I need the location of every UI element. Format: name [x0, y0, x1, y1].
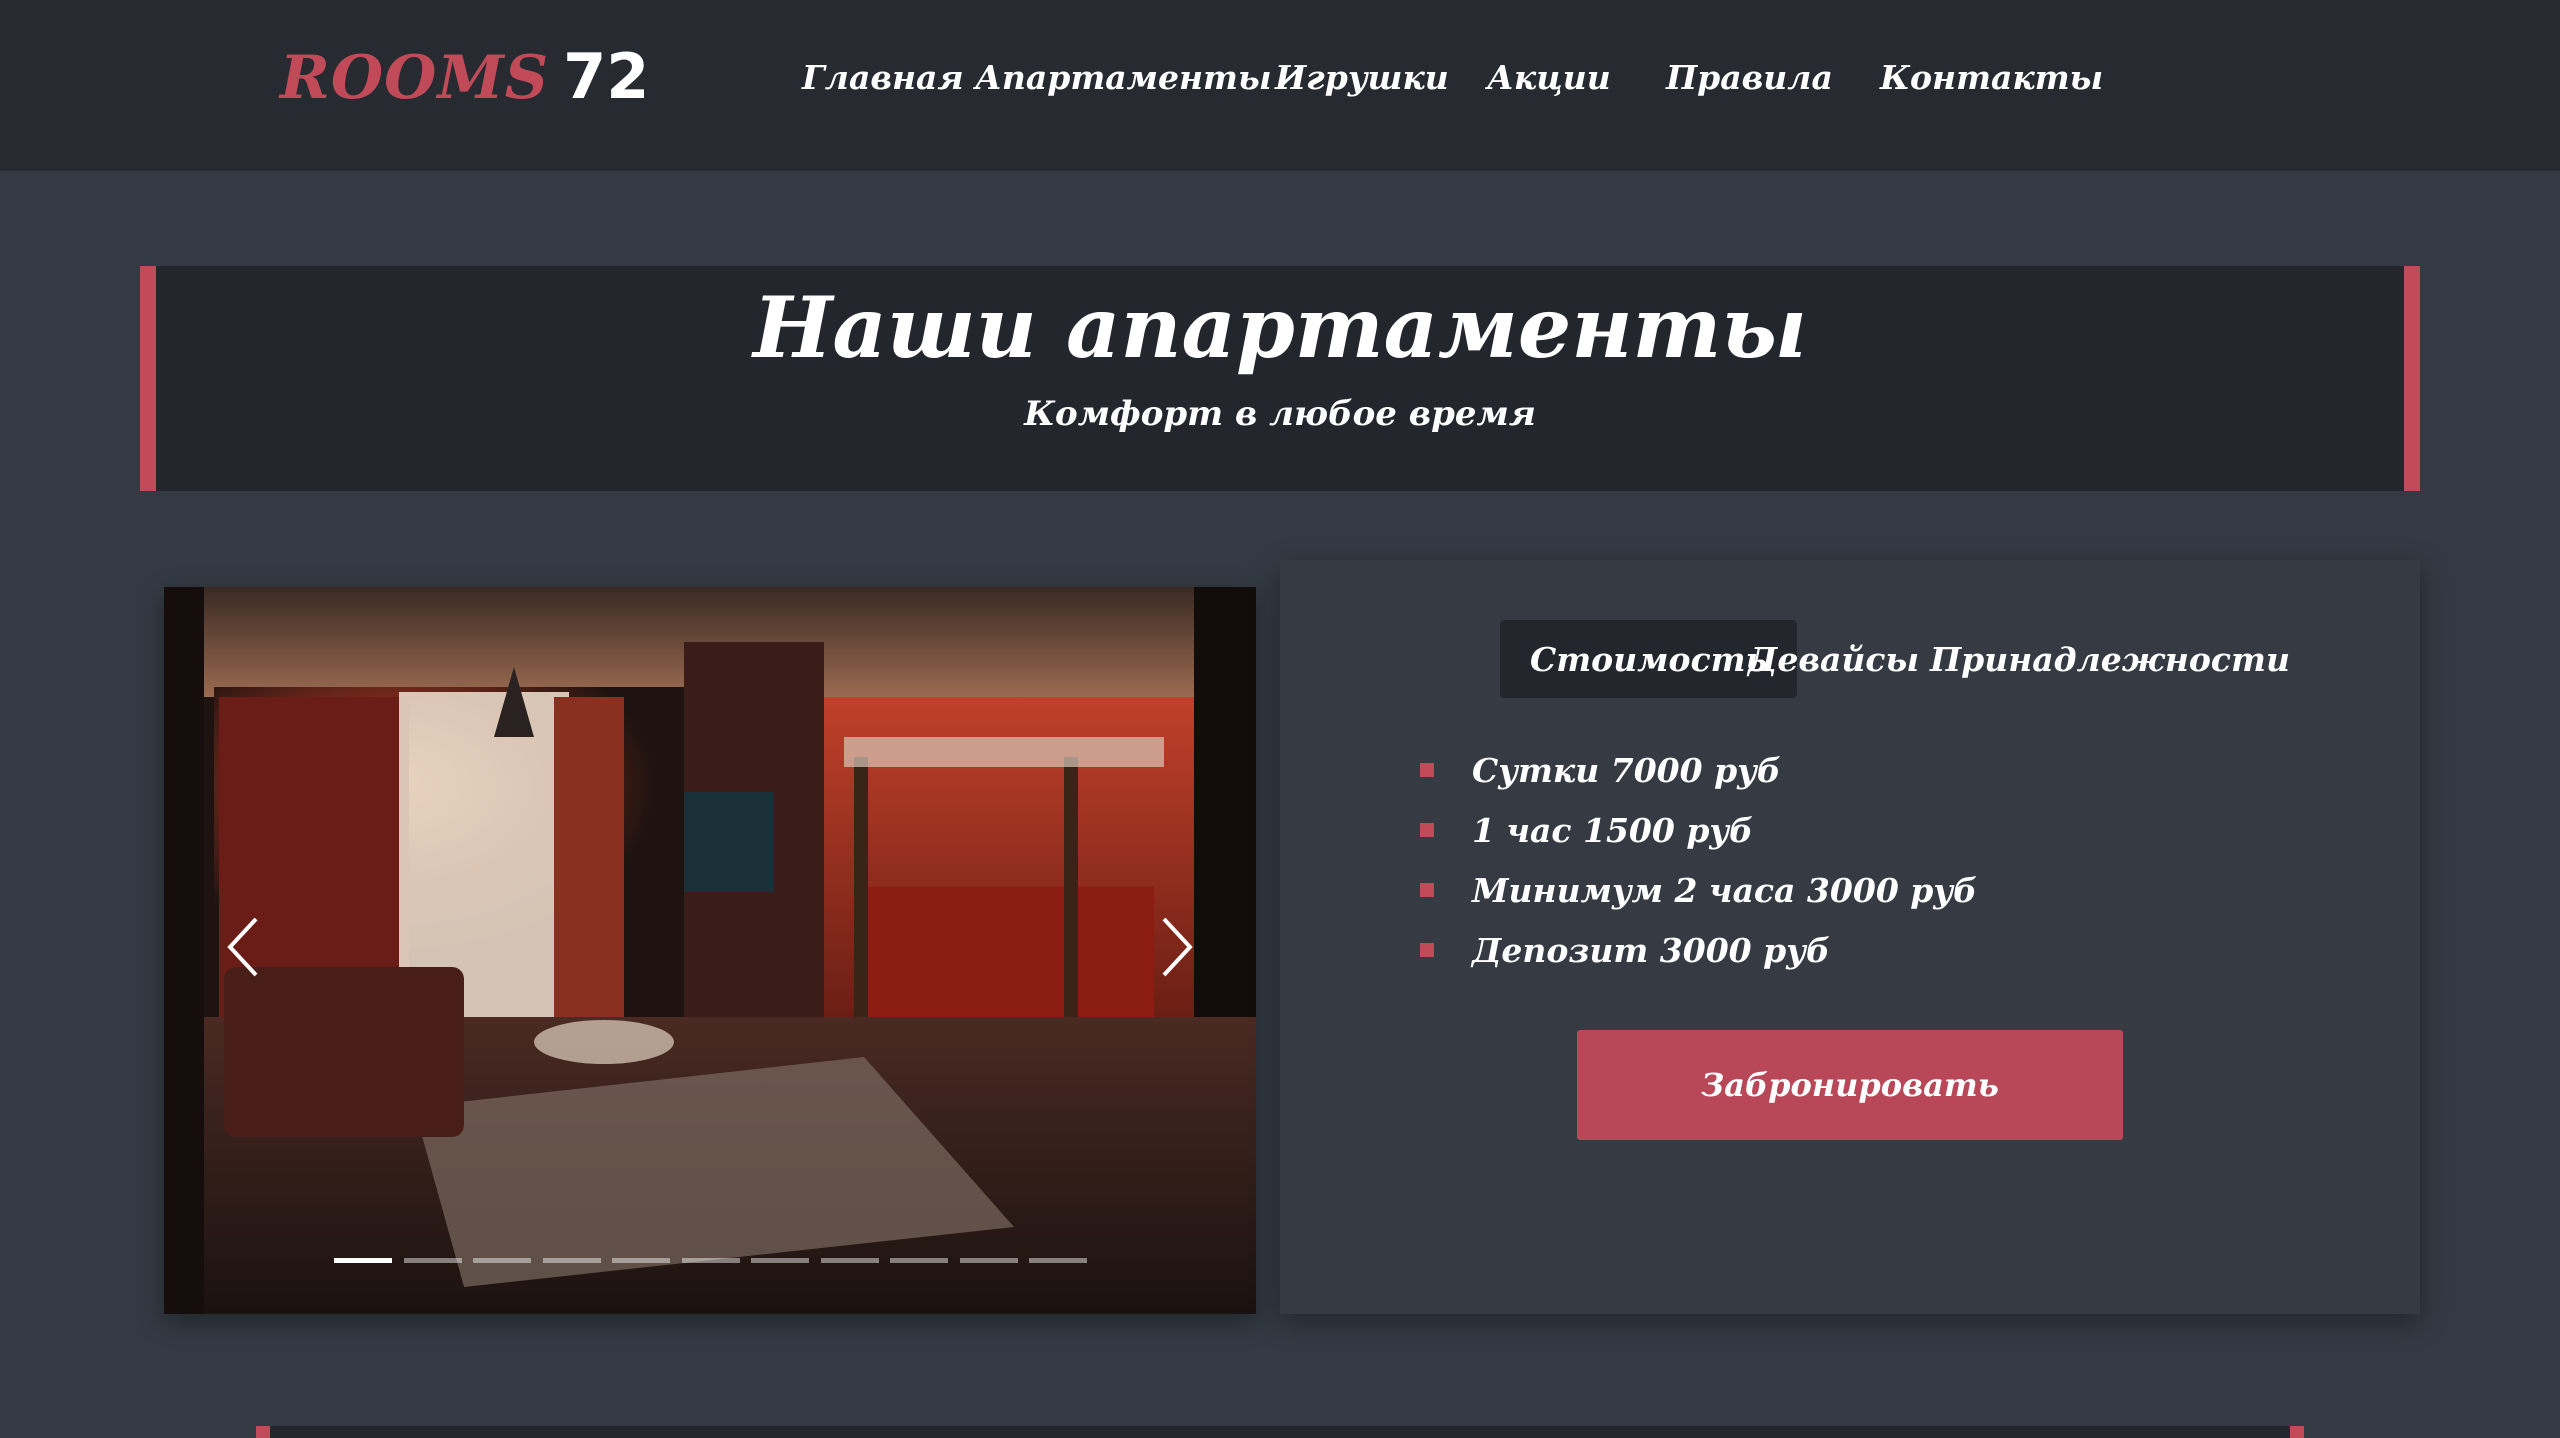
nav-item-apartments[interactable]: Апартаменты: [975, 58, 1272, 97]
price-list: Сутки 7000 руб 1 час 1500 руб Минимум 2 …: [1420, 740, 1977, 980]
list-item: 1 час 1500 руб: [1420, 800, 1977, 860]
price-text: Минимум 2 часа 3000 руб: [1472, 870, 1977, 910]
brand-logo[interactable]: ROOMS 72: [280, 40, 649, 120]
carousel-dot[interactable]: [960, 1258, 1018, 1263]
apartment-photo-carousel[interactable]: [164, 587, 1256, 1314]
carousel-next-icon[interactable]: [1146, 907, 1206, 987]
apartment-photo: [164, 587, 1256, 1314]
bullet-icon: [1420, 763, 1434, 777]
nav-item-home[interactable]: Главная: [802, 58, 964, 97]
nav-item-contacts[interactable]: Контакты: [1880, 58, 2103, 97]
page-subtitle: Комфорт в любое время: [1024, 394, 1536, 434]
nav-item-rules[interactable]: Правила: [1666, 58, 1833, 97]
price-text: 1 час 1500 руб: [1472, 810, 1753, 850]
carousel-dot[interactable]: [751, 1258, 809, 1263]
carousel-dot[interactable]: [890, 1258, 948, 1263]
list-item: Сутки 7000 руб: [1420, 740, 1977, 800]
carousel-dot[interactable]: [473, 1258, 531, 1263]
carousel-dot[interactable]: [404, 1258, 462, 1263]
apartment-info-panel: Стоимость Девайсы Принадлежности Сутки 7…: [1280, 560, 2420, 1314]
next-section-banner: [256, 1426, 2304, 1438]
page-title: Наши апартаменты: [753, 278, 1807, 377]
carousel-prev-icon[interactable]: [214, 907, 274, 987]
site-header: ROOMS 72 Главная Апартаменты Игрушки Акц…: [0, 0, 2560, 171]
nav-item-promotions[interactable]: Акции: [1487, 58, 1611, 97]
carousel-dot[interactable]: [612, 1258, 670, 1263]
carousel-dot[interactable]: [334, 1258, 392, 1263]
bullet-icon: [1420, 823, 1434, 837]
carousel-dot[interactable]: [821, 1258, 879, 1263]
carousel-dot[interactable]: [682, 1258, 740, 1263]
brand-number: 72: [563, 40, 650, 113]
bullet-icon: [1420, 883, 1434, 897]
nav-item-toys[interactable]: Игрушки: [1275, 58, 1449, 97]
apartments-banner: Наши апартаменты Комфорт в любое время: [140, 266, 2420, 491]
brand-name: ROOMS: [280, 43, 550, 113]
price-text: Депозит 3000 руб: [1472, 930, 1830, 970]
bullet-icon: [1420, 943, 1434, 957]
carousel-dot[interactable]: [543, 1258, 601, 1263]
price-text: Сутки 7000 руб: [1472, 750, 1781, 790]
list-item: Минимум 2 часа 3000 руб: [1420, 860, 1977, 920]
book-button[interactable]: Забронировать: [1577, 1030, 2123, 1140]
carousel-dot[interactable]: [1029, 1258, 1087, 1263]
tab-accessories[interactable]: Принадлежности: [1900, 620, 2320, 698]
list-item: Депозит 3000 руб: [1420, 920, 1977, 980]
